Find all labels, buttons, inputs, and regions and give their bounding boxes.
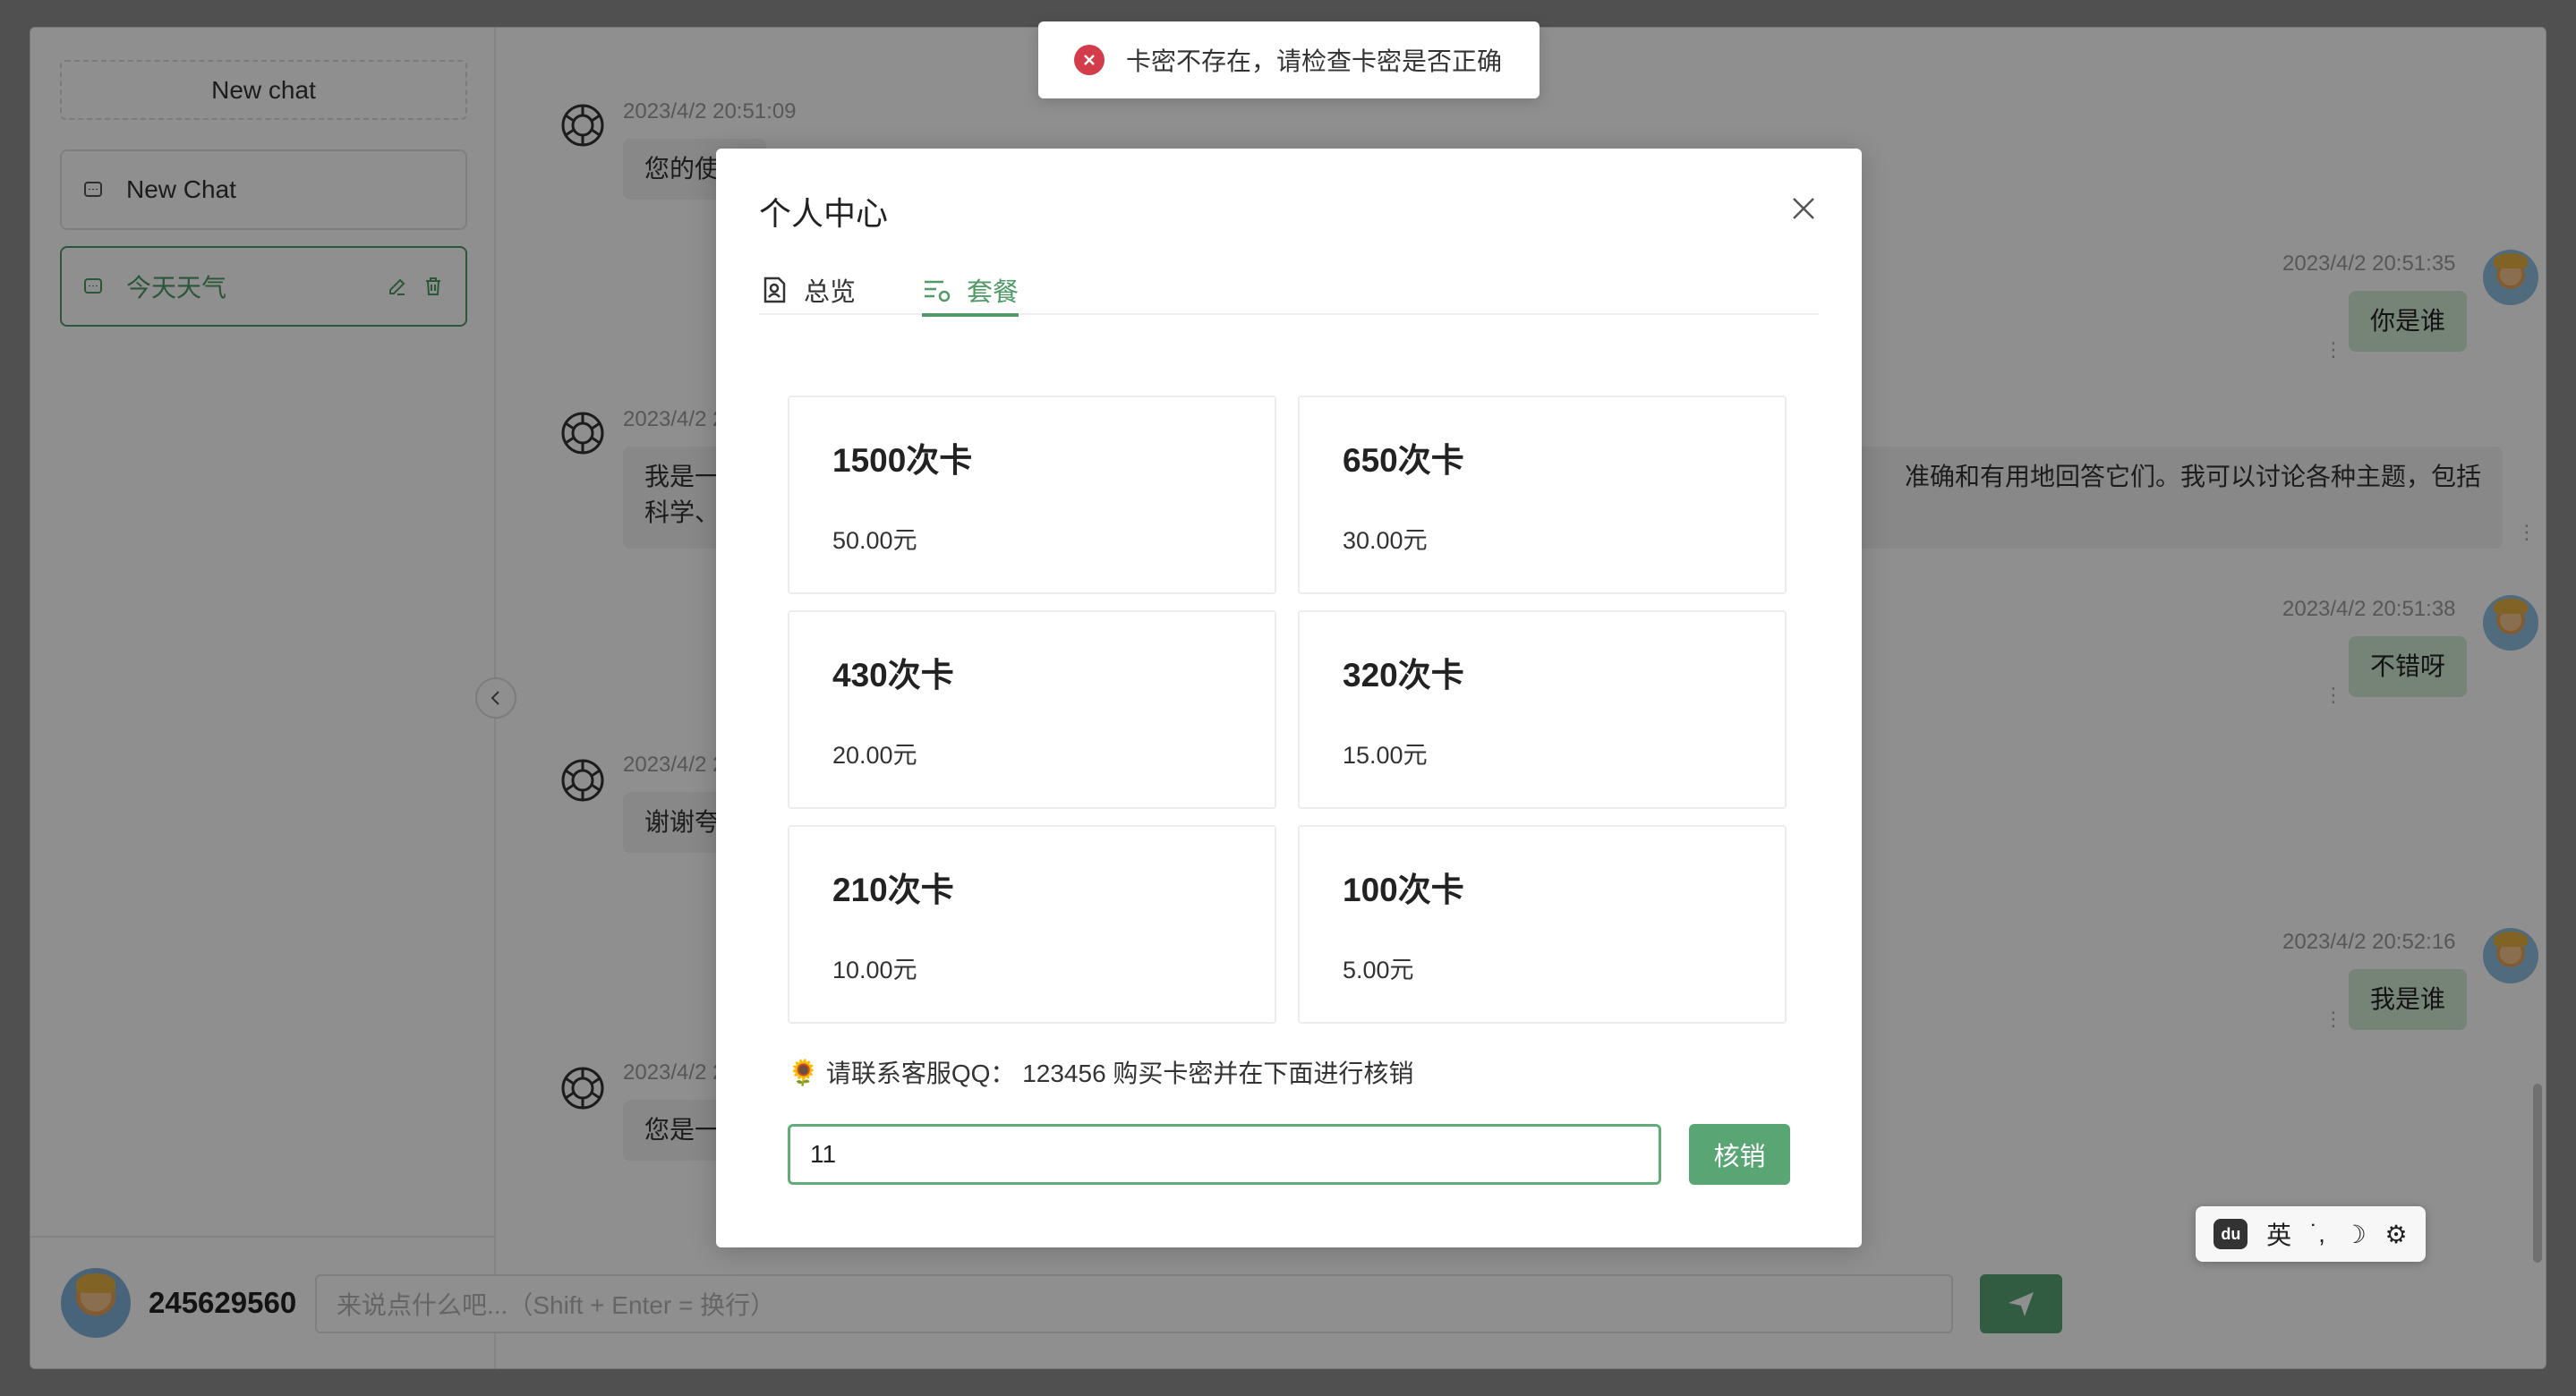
- plan-card[interactable]: 320次卡 15.00元: [1298, 610, 1787, 809]
- plan-name: 1500次卡: [832, 442, 973, 479]
- modal-title: 个人中心: [759, 195, 889, 232]
- ime-toolbar: du 英 ˙, ☽ ⚙: [2196, 1206, 2426, 1262]
- plan-card[interactable]: 650次卡 30.00元: [1298, 396, 1787, 594]
- plan-name: 100次卡: [1343, 872, 1464, 908]
- notice-text: 请联系客服QQ： 123456 购买卡密并在下面进行核销: [825, 1060, 1414, 1087]
- tab-overview[interactable]: 总览: [759, 265, 856, 315]
- toast-message: 卡密不存在，请检查卡密是否正确: [1126, 47, 1503, 75]
- plan-card[interactable]: 1500次卡 50.00元: [788, 396, 1276, 594]
- error-icon: [1074, 45, 1105, 75]
- plan-name: 430次卡: [832, 657, 954, 694]
- plan-price: 50.00元: [832, 527, 917, 554]
- plan-card[interactable]: 210次卡 10.00元: [788, 825, 1276, 1024]
- plan-price: 5.00元: [1343, 957, 1414, 983]
- tab-plans[interactable]: 套餐: [922, 265, 1019, 317]
- ime-punctuation-toggle[interactable]: ˙,: [2310, 1220, 2325, 1248]
- purchase-notice: 🌻 请联系客服QQ： 123456 购买卡密并在下面进行核销: [788, 1054, 1413, 1090]
- plan-name: 210次卡: [832, 872, 954, 908]
- plan-price: 20.00元: [832, 742, 917, 769]
- plan-name: 650次卡: [1343, 442, 1464, 479]
- modal-tabs: 总览 套餐: [759, 265, 1819, 317]
- personal-center-modal: 个人中心 总览 套餐 1500次卡 50.00元 650次卡 30.00元 43…: [716, 149, 1862, 1247]
- tab-label: 套餐: [967, 278, 1019, 307]
- plan-card[interactable]: 100次卡 5.00元: [1298, 825, 1787, 1024]
- plan-card[interactable]: 430次卡 20.00元: [788, 610, 1276, 809]
- verify-button[interactable]: 核销: [1689, 1124, 1790, 1185]
- ime-language-toggle[interactable]: 英: [2266, 1216, 2291, 1252]
- plan-name: 320次卡: [1343, 657, 1464, 694]
- plan-price: 10.00元: [832, 957, 917, 983]
- profile-doc-icon: [759, 275, 789, 305]
- plan-grid: 1500次卡 50.00元 650次卡 30.00元 430次卡 20.00元 …: [788, 396, 1790, 1024]
- list-settings-icon: [922, 275, 952, 305]
- tab-label: 总览: [804, 278, 857, 307]
- moon-icon[interactable]: ☽: [2344, 1220, 2367, 1249]
- sunflower-icon: 🌻: [788, 1058, 819, 1086]
- plan-price: 30.00元: [1343, 527, 1428, 554]
- close-icon[interactable]: [1788, 193, 1819, 224]
- error-toast: 卡密不存在，请检查卡密是否正确: [1038, 21, 1540, 98]
- baidu-ime-logo-icon[interactable]: du: [2213, 1219, 2248, 1249]
- card-code-input[interactable]: 11: [788, 1124, 1661, 1185]
- gear-icon[interactable]: ⚙: [2384, 1220, 2407, 1249]
- plan-price: 15.00元: [1343, 742, 1428, 769]
